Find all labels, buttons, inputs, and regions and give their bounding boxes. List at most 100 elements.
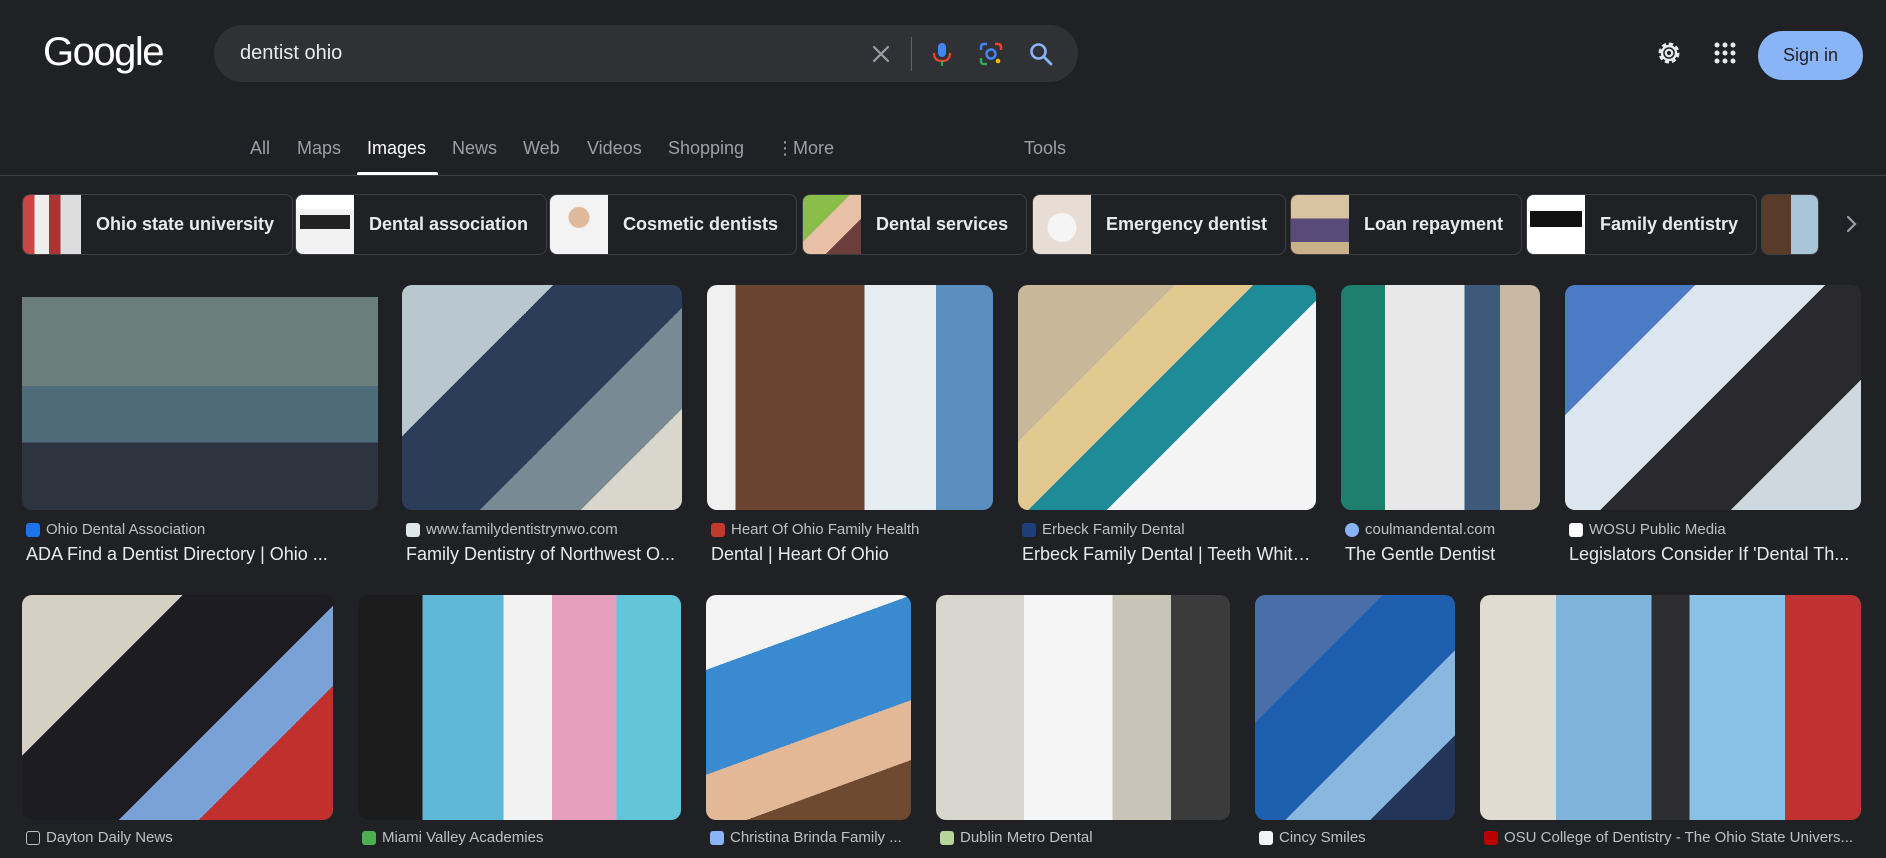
tab-videos[interactable]: Videos [587, 138, 642, 159]
image-result-8[interactable]: Miami Valley Academies [358, 595, 681, 858]
chip-label: Family dentistry [1600, 214, 1739, 234]
sign-in-button[interactable]: Sign in [1758, 31, 1863, 80]
site-favicon [26, 830, 40, 845]
tab-more[interactable]: ⋮ More [776, 138, 834, 159]
source-label: OSU College of Dentistry - The Ohio Stat… [1504, 829, 1854, 846]
source-label: WOSU Public Media [1589, 521, 1726, 538]
chip-label: Dental association [369, 214, 529, 234]
site-favicon [406, 522, 420, 537]
tab-shopping[interactable]: Shopping [668, 138, 744, 159]
result-image[interactable] [22, 595, 333, 820]
source-label: Cincy Smiles [1279, 829, 1366, 846]
result-image[interactable] [706, 595, 911, 820]
source-label: Christina Brinda Family ... [730, 829, 902, 846]
settings-gear-icon[interactable] [1654, 38, 1684, 68]
result-image[interactable] [1341, 285, 1540, 510]
image-result-12[interactable]: OSU College of Dentistry - The Ohio Stat… [1480, 595, 1861, 858]
tab-news[interactable]: News [452, 138, 497, 159]
image-result-4[interactable]: Erbeck Family Dental Erbeck Family Denta… [1018, 285, 1316, 570]
result-title[interactable]: ADA Find a Dentist Directory | Ohio ... [26, 544, 376, 565]
result-image[interactable] [402, 285, 682, 510]
site-favicon [940, 830, 954, 845]
result-image[interactable] [1255, 595, 1455, 820]
google-logo[interactable]: Google [43, 30, 164, 75]
image-result-3[interactable]: Heart Of Ohio Family Health Dental | Hea… [707, 285, 993, 570]
site-favicon [1259, 830, 1273, 845]
result-image[interactable] [358, 595, 681, 820]
source-label: www.familydentistrynwo.com [426, 521, 618, 538]
microphone-icon[interactable] [927, 39, 957, 69]
source-label: Ohio Dental Association [46, 521, 206, 538]
result-image[interactable] [936, 595, 1230, 820]
tab-images[interactable]: Images [367, 138, 426, 159]
result-source: coulmandental.com [1345, 521, 1540, 538]
chip-cosmetic-dentists[interactable]: Cosmetic dentists [549, 194, 798, 255]
result-title[interactable]: The Gentle Dentist [1345, 544, 1540, 565]
image-result-5[interactable]: coulmandental.com The Gentle Dentist [1341, 285, 1540, 570]
result-image[interactable] [1565, 285, 1861, 510]
site-favicon [1484, 830, 1498, 845]
source-label: coulmandental.com [1365, 521, 1496, 538]
chip-label: Ohio state university [96, 214, 275, 234]
search-box[interactable]: dentist ohio [214, 25, 1078, 82]
chip-thumbnail [1033, 195, 1091, 254]
clear-icon[interactable] [866, 39, 896, 69]
image-result-9[interactable]: Christina Brinda Family ... [706, 595, 911, 858]
result-source: Heart Of Ohio Family Health [711, 521, 993, 538]
result-title[interactable]: Family Dentistry of Northwest O... [406, 544, 682, 565]
result-source: WOSU Public Media [1569, 521, 1861, 538]
result-title[interactable]: Dental | Heart Of Ohio [711, 544, 993, 565]
apps-grid-icon[interactable] [1712, 40, 1738, 66]
more-vert-icon: ⋮ [776, 138, 794, 158]
chip-more-partial[interactable] [1761, 194, 1819, 255]
tab-all[interactable]: All [250, 138, 270, 159]
header: Google dentist ohio Sign in [0, 0, 1886, 108]
source-label: Miami Valley Academies [382, 829, 544, 846]
chip-family-dentistry[interactable]: Family dentistry [1526, 194, 1758, 255]
image-result-10[interactable]: Dublin Metro Dental [936, 595, 1230, 858]
result-title[interactable]: Erbeck Family Dental | Teeth White... [1022, 544, 1316, 565]
tab-more-label: More [793, 138, 835, 158]
result-image[interactable] [22, 285, 378, 510]
result-image[interactable] [1018, 285, 1316, 510]
chip-thumbnail [550, 195, 608, 254]
result-source: OSU College of Dentistry - The Ohio Stat… [1484, 829, 1861, 846]
image-result-11[interactable]: Cincy Smiles [1255, 595, 1455, 858]
image-result-7[interactable]: Dayton Daily News [22, 595, 333, 858]
related-chips: Ohio state university Dental association… [0, 194, 1886, 256]
lens-icon[interactable] [976, 39, 1006, 69]
chip-dental-services[interactable]: Dental services [802, 194, 1028, 255]
image-result-2[interactable]: www.familydentistrynwo.com Family Dentis… [402, 285, 682, 570]
site-favicon [710, 830, 724, 845]
chip-label: Loan repayment [1364, 214, 1504, 234]
result-source: Dayton Daily News [26, 829, 333, 846]
chip-ohio-state-university[interactable]: Ohio state university [22, 194, 294, 255]
site-favicon [1569, 522, 1583, 537]
result-source: Miami Valley Academies [362, 829, 681, 846]
source-label: Dayton Daily News [46, 829, 173, 846]
chip-emergency-dentist[interactable]: Emergency dentist [1032, 194, 1287, 255]
chip-dental-association[interactable]: Dental association [295, 194, 548, 255]
result-source: Dublin Metro Dental [940, 829, 1230, 846]
image-result-1[interactable]: Ohio Dental Association ADA Find a Denti… [22, 285, 378, 570]
chevron-right-icon[interactable] [1838, 211, 1864, 237]
chip-thumbnail [1291, 195, 1349, 254]
search-icon[interactable] [1026, 39, 1056, 69]
image-result-6[interactable]: WOSU Public Media Legislators Consider I… [1565, 285, 1861, 570]
search-tabs: All Maps Images News Web Videos Shopping… [0, 128, 1886, 176]
chip-thumbnail [1527, 195, 1585, 254]
tab-tools[interactable]: Tools [1024, 138, 1066, 159]
chip-thumbnail [23, 195, 81, 254]
active-tab-indicator [357, 172, 438, 175]
chip-label: Emergency dentist [1106, 214, 1268, 234]
search-input[interactable]: dentist ohio [240, 42, 342, 65]
tab-maps[interactable]: Maps [297, 138, 341, 159]
chip-loan-repayment[interactable]: Loan repayment [1290, 194, 1523, 255]
result-image[interactable] [707, 285, 993, 510]
chip-thumbnail [296, 195, 354, 254]
source-label: Dublin Metro Dental [960, 829, 1093, 846]
result-title[interactable]: Legislators Consider If 'Dental Th... [1569, 544, 1861, 565]
result-image[interactable] [1480, 595, 1861, 820]
chip-thumbnail [1762, 195, 1818, 254]
tab-web[interactable]: Web [523, 138, 560, 159]
